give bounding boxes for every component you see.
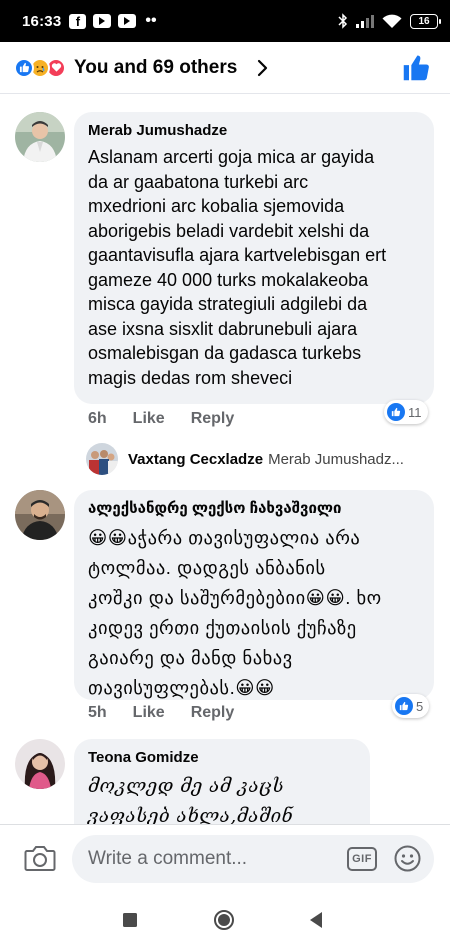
reaction-count-badge[interactable]: 11	[384, 400, 428, 424]
comment-author[interactable]: ალექსანდრე ლექსო ჩახვაშვილი	[88, 499, 420, 519]
screen: 16:33 f •• 16 You and 69 others Merab Ju…	[0, 0, 450, 950]
emoji-icon[interactable]	[394, 845, 421, 872]
reply-link[interactable]: Reply	[191, 704, 235, 722]
like-link[interactable]: Like	[133, 410, 165, 428]
reply-author: Vaxtang Cecxladze	[128, 450, 264, 468]
comment-actions: 6h Like Reply	[88, 410, 260, 428]
youtube-notification-icon	[93, 14, 112, 28]
back-icon[interactable]	[308, 911, 324, 929]
comment-actions: 5h Like Reply	[88, 704, 260, 722]
like-button-icon[interactable]	[402, 54, 430, 82]
comment-text: მოკლედ მე ამ კაცს ვაფასებ ახლა,მაშინ	[88, 776, 294, 827]
comment-text: Aslanam arcerti goja mica ar gayida da a…	[88, 147, 387, 388]
reactions-summary: You and 69 others	[74, 56, 238, 78]
status-bar: 16:33 f •• 16	[0, 0, 450, 42]
bluetooth-icon	[338, 13, 348, 29]
like-icon	[14, 57, 34, 78]
reply-text: Merab Jumushadz...	[268, 450, 404, 468]
system-navigation-bar	[0, 892, 450, 950]
avatar[interactable]	[15, 112, 65, 162]
comment-time: 5h	[88, 704, 107, 721]
camera-icon[interactable]	[24, 844, 56, 872]
battery-level: 16	[418, 15, 430, 27]
reply-preview[interactable]: Vaxtang Cecxladze Merab Jumushadz...	[86, 443, 436, 475]
wifi-icon	[382, 14, 402, 28]
comment-author[interactable]: Teona Gomidze	[88, 748, 356, 768]
comment-author[interactable]: Merab Jumushadze	[88, 121, 420, 141]
home-icon[interactable]	[213, 909, 235, 931]
comment-text: 😀😀აჭარა თავისუფალია არა ტოლმაა. დადგეს ა…	[88, 527, 382, 698]
recent-apps-icon[interactable]	[122, 912, 138, 928]
battery-indicator: 16	[410, 13, 441, 29]
like-icon	[387, 403, 405, 421]
comment-input[interactable]	[72, 835, 434, 883]
facebook-notification-icon: f	[69, 13, 87, 29]
reaction-count-badge[interactable]: 5	[392, 694, 430, 718]
signal-icon	[356, 15, 374, 28]
comment-bubble[interactable]: Merab Jumushadze Aslanam arcerti goja mi…	[74, 112, 434, 404]
youtube-notification-icon-2	[118, 14, 137, 28]
avatar[interactable]	[15, 739, 65, 789]
more-notifications-dots: ••	[145, 12, 157, 29]
reaction-count: 5	[416, 698, 424, 714]
reactions-header[interactable]: You and 69 others	[0, 42, 450, 94]
status-time: 16:33	[22, 12, 62, 30]
gif-button[interactable]: GIF	[347, 847, 377, 871]
reply-link[interactable]: Reply	[191, 410, 235, 428]
comment-time: 6h	[88, 410, 107, 427]
comment-bubble[interactable]: ალექსანდრე ლექსო ჩახვაშვილი 😀😀აჭარა თავი…	[74, 490, 434, 700]
comment-composer: GIF	[0, 824, 450, 892]
reaction-count: 11	[408, 404, 422, 420]
avatar[interactable]	[15, 490, 65, 540]
like-link[interactable]: Like	[133, 704, 165, 722]
chevron-right-icon[interactable]	[253, 59, 271, 77]
reply-avatar	[86, 443, 118, 475]
like-icon	[395, 697, 413, 715]
